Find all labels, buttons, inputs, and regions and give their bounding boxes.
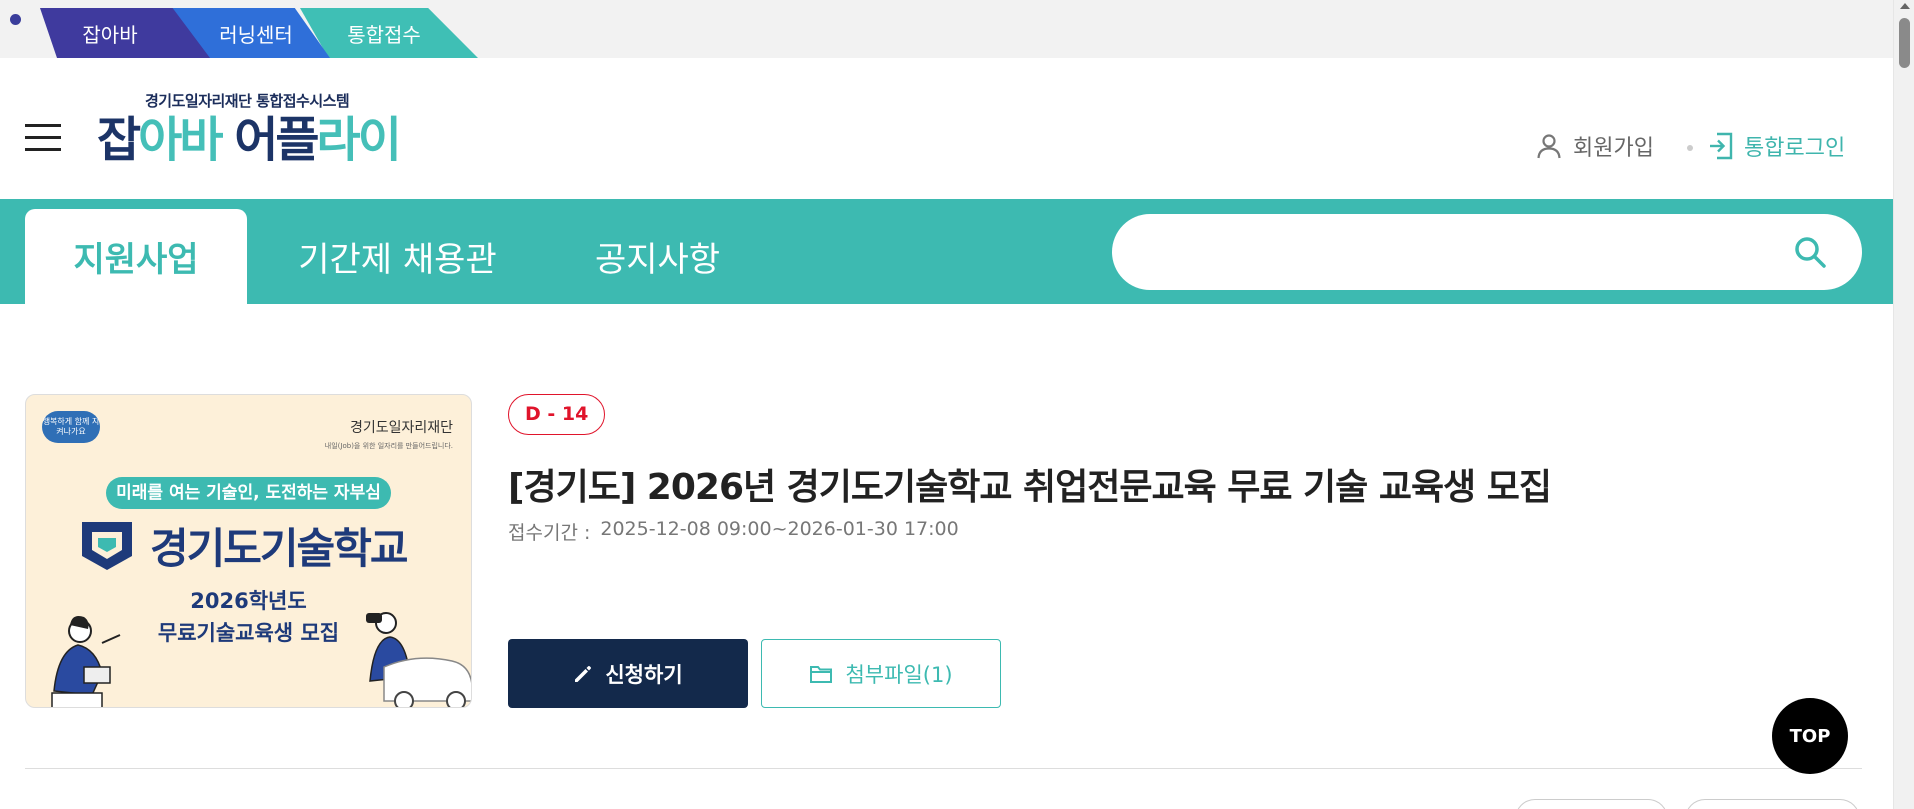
pencil-icon xyxy=(575,665,592,682)
logo-text: 아바 xyxy=(138,112,235,168)
post-title[interactable]: [경기도] 2026년 경기도기술학교 취업전문교육 무료 기술 교육생 모집 xyxy=(508,458,1552,510)
partial-button[interactable] xyxy=(1685,799,1860,809)
menu-icon[interactable] xyxy=(25,124,61,151)
main-nav: 지원사업 기간제 채용관 공지사항 xyxy=(0,199,1893,304)
join-link[interactable]: 회원가입 xyxy=(1535,130,1654,162)
foundation-tagline: 내일(Job)을 위한 일자리를 만들어드립니다. xyxy=(324,442,453,450)
join-label: 회원가입 xyxy=(1573,136,1654,161)
logo-text: 라이 xyxy=(316,112,402,168)
folder-icon xyxy=(810,665,833,683)
tab-support-projects[interactable]: 지원사업 xyxy=(25,209,247,304)
login-link[interactable]: 통합로그인 xyxy=(1708,130,1845,162)
scrollbar-thumb[interactable] xyxy=(1899,18,1910,68)
school-emblem-icon xyxy=(82,522,132,570)
attachment-button[interactable]: 첨부파일(1) xyxy=(761,639,1001,708)
logo-text: 잡 xyxy=(97,112,141,168)
period-value: 2025-12-08 09:00~2026-01-30 17:00 xyxy=(600,518,959,540)
person-binoculars-illustration xyxy=(366,612,471,707)
slogan-pill: 미래를 여는 기술인, 도전하는 자부심 xyxy=(106,477,391,509)
separator-dot xyxy=(1687,145,1693,151)
application-period: 접수기간 : 2025-12-08 09:00~2026-01-30 17:00 xyxy=(508,518,959,545)
list-divider xyxy=(25,768,1862,769)
tab-notices[interactable]: 공지사항 xyxy=(590,209,725,304)
post-thumbnail[interactable]: 행복하게 함께 지켜나가요 경기도일자리재단 내일(Job)을 위한 일자리를 … xyxy=(25,394,472,708)
person-laptop-illustration xyxy=(51,616,121,707)
apply-label: 신청하기 xyxy=(605,662,683,687)
site-tab-label: 러닝센터 xyxy=(219,22,293,47)
tab-fixed-term-jobs[interactable]: 기간제 채용관 xyxy=(290,209,505,304)
site-tab-label: 잡아바 xyxy=(82,22,138,47)
logo-subtitle: 경기도일자리재단 통합접수시스템 xyxy=(145,92,350,110)
scroll-top-button[interactable]: TOP xyxy=(1772,698,1848,774)
login-label: 통합로그인 xyxy=(1744,136,1846,161)
scroll-up-arrow-icon[interactable] xyxy=(1900,3,1910,9)
site-tab-tonghap[interactable]: 통합접수 xyxy=(300,8,478,58)
school-name: 경기도기술학교 xyxy=(150,523,408,573)
search-input[interactable] xyxy=(1142,232,1762,272)
foundation-name: 경기도일자리재단 xyxy=(349,420,453,436)
login-icon xyxy=(1710,132,1733,160)
attachment-label: 첨부파일(1) xyxy=(845,662,953,687)
site-tab-label: 통합접수 xyxy=(347,22,421,47)
campaign-badge: 행복하게 함께 지켜나가요 xyxy=(42,411,100,443)
search-icon[interactable] xyxy=(1792,234,1828,270)
school-heading: 경기도기술학교 xyxy=(78,515,408,575)
apply-button[interactable]: 신청하기 xyxy=(508,639,748,708)
period-label: 접수기간 : xyxy=(508,522,591,544)
partial-button[interactable] xyxy=(1515,799,1668,809)
scrollbar[interactable] xyxy=(1893,0,1914,809)
dday-badge: D - 14 xyxy=(508,394,606,435)
site-switcher-bar: 통합접수 러닝센터 잡아바 xyxy=(0,0,1893,58)
search-box xyxy=(1112,214,1862,290)
user-icon xyxy=(1537,134,1561,159)
indicator-dot xyxy=(10,14,21,25)
foundation-logo: 경기도일자리재단 내일(Job)을 위한 일자리를 만들어드립니다. xyxy=(325,417,453,451)
site-logo[interactable]: 잡아바 어플라이 xyxy=(97,112,402,168)
logo-text: 어플 xyxy=(234,112,319,168)
